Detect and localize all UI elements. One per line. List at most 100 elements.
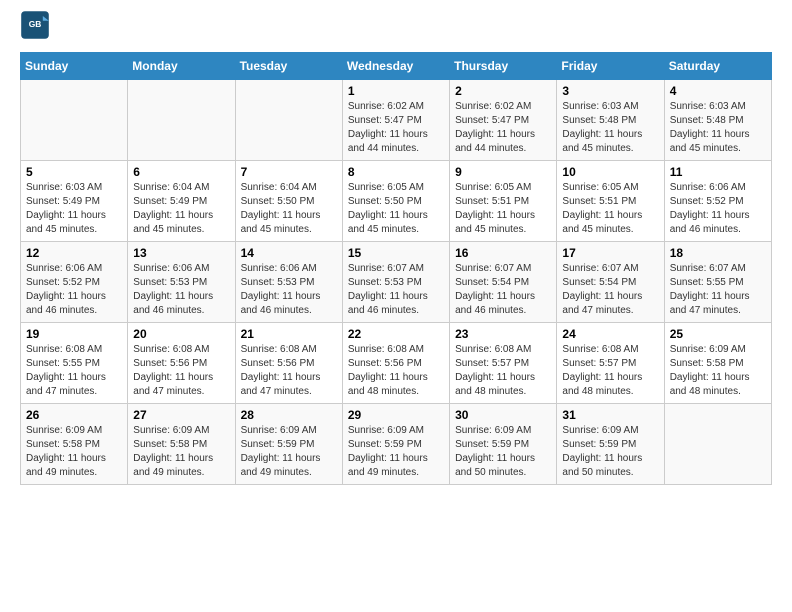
day-info: Sunrise: 6:05 AMSunset: 5:51 PMDaylight:…	[562, 181, 658, 237]
day-info: Sunrise: 6:05 AMSunset: 5:51 PMDaylight:…	[455, 181, 551, 237]
calendar-cell: 22 Sunrise: 6:08 AMSunset: 5:56 PMDayligh…	[342, 323, 449, 404]
day-info: Sunrise: 6:08 AMSunset: 5:56 PMDaylight:…	[241, 343, 337, 399]
day-info: Sunrise: 6:02 AMSunset: 5:47 PMDaylight:…	[348, 100, 444, 156]
calendar-cell: 27Sunrise: 6:09 AMSunset: 5:58 PMDayligh…	[128, 404, 235, 485]
day-info: Sunrise: 6:06 AMSunset: 5:53 PMDaylight:…	[133, 262, 229, 318]
day-info: Sunrise: 6:07 AMSunset: 5:55 PMDaylight:…	[670, 262, 766, 318]
day-info: Sunrise: 6:09 AMSunset: 5:59 PMDaylight:…	[241, 424, 337, 480]
calendar-cell: 16 Sunrise: 6:07 AMSunset: 5:54 PMDayligh…	[450, 242, 557, 323]
day-number: 10	[562, 165, 658, 179]
calendar-cell: 7 Sunrise: 6:04 AMSunset: 5:50 PMDaylight…	[235, 161, 342, 242]
day-info: Sunrise: 6:07 AMSunset: 5:54 PMDaylight:…	[562, 262, 658, 318]
day-info: Sunrise: 6:08 AMSunset: 5:56 PMDaylight:…	[133, 343, 229, 399]
day-number: 8	[348, 165, 444, 179]
day-info: Sunrise: 6:06 AMSunset: 5:52 PMDaylight:…	[26, 262, 122, 318]
calendar-cell: 3 Sunrise: 6:03 AMSunset: 5:48 PMDaylight…	[557, 80, 664, 161]
day-info: Sunrise: 6:04 AMSunset: 5:49 PMDaylight:…	[133, 181, 229, 237]
day-header-tuesday: Tuesday	[235, 53, 342, 80]
calendar-cell: 9 Sunrise: 6:05 AMSunset: 5:51 PMDaylight…	[450, 161, 557, 242]
calendar-cell: 11 Sunrise: 6:06 AMSunset: 5:52 PMDayligh…	[664, 161, 771, 242]
calendar-table: SundayMondayTuesdayWednesdayThursdayFrid…	[20, 52, 772, 485]
day-number: 20	[133, 327, 229, 341]
calendar-cell: 14 Sunrise: 6:06 AMSunset: 5:53 PMDayligh…	[235, 242, 342, 323]
day-header-friday: Friday	[557, 53, 664, 80]
day-number: 1	[348, 84, 444, 98]
day-info: Sunrise: 6:09 AMSunset: 5:59 PMDaylight:…	[562, 424, 658, 480]
day-info: Sunrise: 6:06 AMSunset: 5:53 PMDaylight:…	[241, 262, 337, 318]
calendar-cell: 26 Sunrise: 6:09 AMSunset: 5:58 PMDayligh…	[21, 404, 128, 485]
day-number: 2	[455, 84, 551, 98]
day-info: Sunrise: 6:09 AMSunset: 5:58 PMDaylight:…	[670, 343, 766, 399]
calendar-cell	[21, 80, 128, 161]
calendar-cell: 29 Sunrise: 6:09 AMSunset: 5:59 PMDayligh…	[342, 404, 449, 485]
day-number: 4	[670, 84, 766, 98]
day-number: 29	[348, 408, 444, 422]
calendar-cell: 30Sunrise: 6:09 AMSunset: 5:59 PMDayligh…	[450, 404, 557, 485]
calendar-cell: 10 Sunrise: 6:05 AMSunset: 5:51 PMDayligh…	[557, 161, 664, 242]
day-number: 16	[455, 246, 551, 260]
day-number: 9	[455, 165, 551, 179]
logo: GB	[20, 10, 54, 40]
day-info: Sunrise: 6:07 AMSunset: 5:54 PMDaylight:…	[455, 262, 551, 318]
day-info: Sunrise: 6:07 AMSunset: 5:53 PMDaylight:…	[348, 262, 444, 318]
day-number: 26	[26, 408, 122, 422]
day-header-thursday: Thursday	[450, 53, 557, 80]
calendar-cell: 8 Sunrise: 6:05 AMSunset: 5:50 PMDaylight…	[342, 161, 449, 242]
day-info: Sunrise: 6:09 AMSunset: 5:58 PMDaylight:…	[133, 424, 229, 480]
day-number: 13	[133, 246, 229, 260]
day-info: Sunrise: 6:05 AMSunset: 5:50 PMDaylight:…	[348, 181, 444, 237]
day-number: 14	[241, 246, 337, 260]
day-info: Sunrise: 6:09 AMSunset: 5:59 PMDaylight:…	[348, 424, 444, 480]
calendar-cell: 20 Sunrise: 6:08 AMSunset: 5:56 PMDayligh…	[128, 323, 235, 404]
calendar-cell: 6 Sunrise: 6:04 AMSunset: 5:49 PMDaylight…	[128, 161, 235, 242]
calendar-cell: 21 Sunrise: 6:08 AMSunset: 5:56 PMDayligh…	[235, 323, 342, 404]
day-number: 31	[562, 408, 658, 422]
day-number: 30	[455, 408, 551, 422]
calendar-cell: 18 Sunrise: 6:07 AMSunset: 5:55 PMDayligh…	[664, 242, 771, 323]
calendar-cell: 23 Sunrise: 6:08 AMSunset: 5:57 PMDayligh…	[450, 323, 557, 404]
logo-icon: GB	[20, 10, 50, 40]
calendar-cell: 4Sunrise: 6:03 AMSunset: 5:48 PMDaylight…	[664, 80, 771, 161]
calendar-cell: 24 Sunrise: 6:08 AMSunset: 5:57 PMDayligh…	[557, 323, 664, 404]
day-info: Sunrise: 6:03 AMSunset: 5:48 PMDaylight:…	[562, 100, 658, 156]
day-info: Sunrise: 6:06 AMSunset: 5:52 PMDaylight:…	[670, 181, 766, 237]
day-number: 25	[670, 327, 766, 341]
day-number: 11	[670, 165, 766, 179]
day-number: 6	[133, 165, 229, 179]
day-info: Sunrise: 6:08 AMSunset: 5:56 PMDaylight:…	[348, 343, 444, 399]
day-number: 18	[670, 246, 766, 260]
day-number: 21	[241, 327, 337, 341]
day-number: 22	[348, 327, 444, 341]
calendar-cell: 31 Sunrise: 6:09 AMSunset: 5:59 PMDayligh…	[557, 404, 664, 485]
svg-text:GB: GB	[29, 19, 42, 29]
calendar-cell: 5 Sunrise: 6:03 AMSunset: 5:49 PMDaylight…	[21, 161, 128, 242]
day-number: 3	[562, 84, 658, 98]
day-number: 7	[241, 165, 337, 179]
day-number: 23	[455, 327, 551, 341]
day-info: Sunrise: 6:03 AMSunset: 5:49 PMDaylight:…	[26, 181, 122, 237]
day-info: Sunrise: 6:09 AMSunset: 5:58 PMDaylight:…	[26, 424, 122, 480]
day-header-wednesday: Wednesday	[342, 53, 449, 80]
day-info: Sunrise: 6:04 AMSunset: 5:50 PMDaylight:…	[241, 181, 337, 237]
calendar-cell: 1 Sunrise: 6:02 AMSunset: 5:47 PMDaylight…	[342, 80, 449, 161]
day-info: Sunrise: 6:08 AMSunset: 5:57 PMDaylight:…	[455, 343, 551, 399]
day-number: 28	[241, 408, 337, 422]
calendar-cell: 13 Sunrise: 6:06 AMSunset: 5:53 PMDayligh…	[128, 242, 235, 323]
day-header-saturday: Saturday	[664, 53, 771, 80]
calendar-cell: 15 Sunrise: 6:07 AMSunset: 5:53 PMDayligh…	[342, 242, 449, 323]
calendar-cell	[235, 80, 342, 161]
calendar-cell: 12 Sunrise: 6:06 AMSunset: 5:52 PMDayligh…	[21, 242, 128, 323]
day-number: 17	[562, 246, 658, 260]
calendar-cell: 28 Sunrise: 6:09 AMSunset: 5:59 PMDayligh…	[235, 404, 342, 485]
calendar-cell	[128, 80, 235, 161]
day-header-sunday: Sunday	[21, 53, 128, 80]
day-header-monday: Monday	[128, 53, 235, 80]
day-number: 24	[562, 327, 658, 341]
day-number: 15	[348, 246, 444, 260]
day-number: 5	[26, 165, 122, 179]
calendar-cell: 2 Sunrise: 6:02 AMSunset: 5:47 PMDaylight…	[450, 80, 557, 161]
day-number: 12	[26, 246, 122, 260]
day-info: Sunrise: 6:08 AMSunset: 5:57 PMDaylight:…	[562, 343, 658, 399]
day-info: Sunrise: 6:02 AMSunset: 5:47 PMDaylight:…	[455, 100, 551, 156]
calendar-cell: 19Sunrise: 6:08 AMSunset: 5:55 PMDayligh…	[21, 323, 128, 404]
